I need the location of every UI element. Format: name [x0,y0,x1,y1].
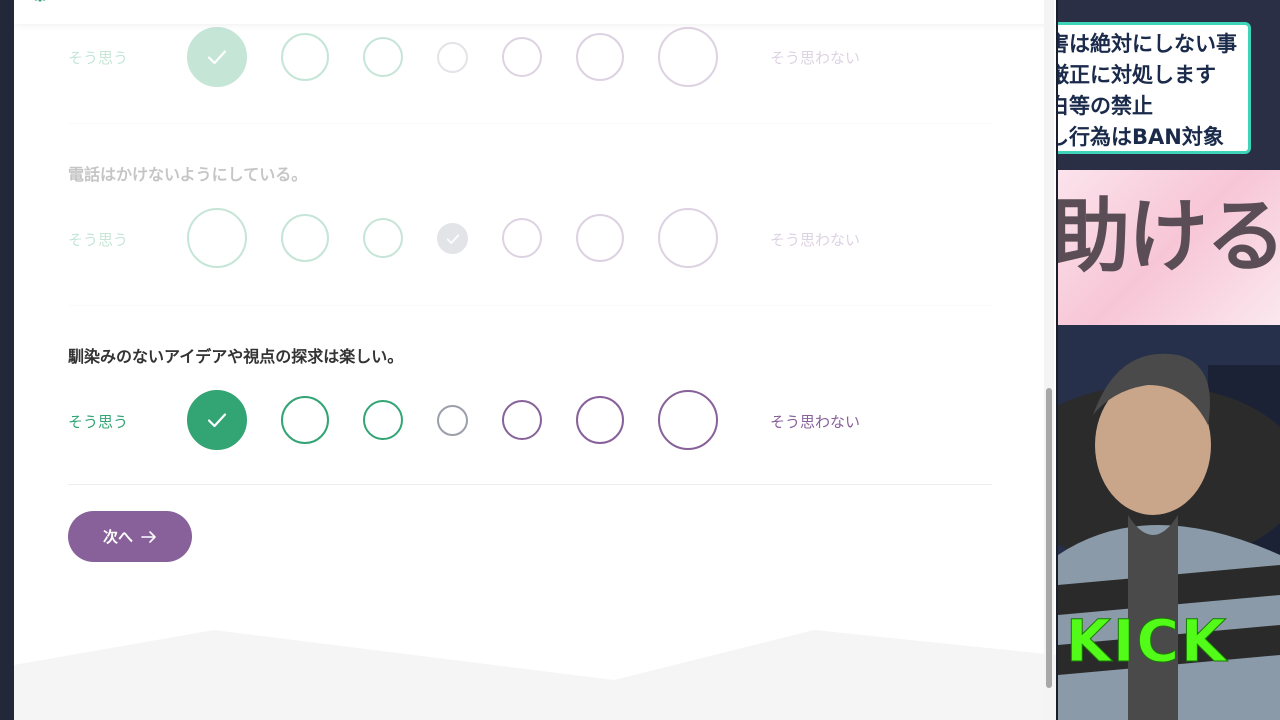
answer-option-2[interactable] [281,33,329,81]
answer-option-2[interactable] [281,396,329,444]
answer-option-3[interactable] [363,37,403,77]
question-text: 電話はかけないようにしている。 [68,165,308,184]
answer-option-6[interactable] [576,33,624,81]
question-2: 電話はかけないようにしている。 そう思う そう思わない [68,130,992,310]
answer-option-4[interactable] [437,405,468,436]
agree-label: そう思う [68,413,129,431]
check-icon [207,413,227,428]
check-icon [207,50,227,65]
answer-option-4[interactable] [437,42,468,73]
answer-option-2[interactable] [281,214,329,262]
question-divider [68,305,992,306]
disagree-label: そう思わない [770,413,861,431]
question-divider [68,123,992,124]
site-logo-icon[interactable] [26,0,52,10]
answer-option-6[interactable] [576,396,624,444]
question-3: 馴染みのないアイデアや視点の探求は楽しい。 そう思う そう思わない [68,312,992,492]
agree-label: そう思う [68,49,129,67]
footer-wave [14,630,1056,720]
answer-option-4[interactable] [437,223,468,254]
disagree-label: そう思わない [770,49,861,67]
promo-banner: 助ける [1058,170,1280,325]
agree-label: そう思う [68,231,129,249]
stream-overlay: 害は絶対にしない事 厳正に対処します 白等の禁止 し行為はBAN対象 助ける K… [1058,0,1280,720]
stream-rules-panel: 害は絶対にしない事 厳正に対処します 白等の禁止 し行為はBAN対象 [1058,22,1251,154]
check-icon [446,233,459,244]
question-divider [68,484,992,485]
rules-line: 白等の禁止 [1058,94,1153,118]
rules-line: 害は絶対にしない事 [1058,32,1237,56]
answer-option-5[interactable] [502,400,542,440]
next-button-label: 次へ [102,528,133,546]
next-button[interactable]: 次へ [68,511,192,562]
kick-logo: KICK [1065,607,1229,676]
scrollbar-thumb[interactable] [1046,388,1052,688]
answer-option-3[interactable] [363,400,403,440]
answer-option-1[interactable] [187,208,247,268]
rules-line: 厳正に対処します [1058,63,1216,87]
desktop-left-strip [0,0,14,720]
webcam-feed: KICK [1058,325,1280,720]
question-1: そう思う そう思わない [68,0,992,130]
answer-option-7[interactable] [658,27,718,87]
disagree-label: そう思わない [770,231,861,249]
rules-line: し行為はBAN対象 [1058,125,1224,149]
answer-option-7[interactable] [658,208,718,268]
answer-option-1[interactable] [187,390,247,450]
answer-option-1[interactable] [187,27,247,87]
answer-option-5[interactable] [502,37,542,77]
survey-page: そう思う そう思わない 電話はかけないようにしている。 そう思う そう思わない … [14,0,1056,720]
promo-text: 助ける [1058,190,1280,283]
answer-option-3[interactable] [363,218,403,258]
question-text: 馴染みのないアイデアや視点の探求は楽しい。 [68,347,404,366]
answer-option-6[interactable] [576,214,624,262]
answer-option-7[interactable] [658,390,718,450]
arrow-right-icon [141,530,156,543]
answer-option-5[interactable] [502,218,542,258]
